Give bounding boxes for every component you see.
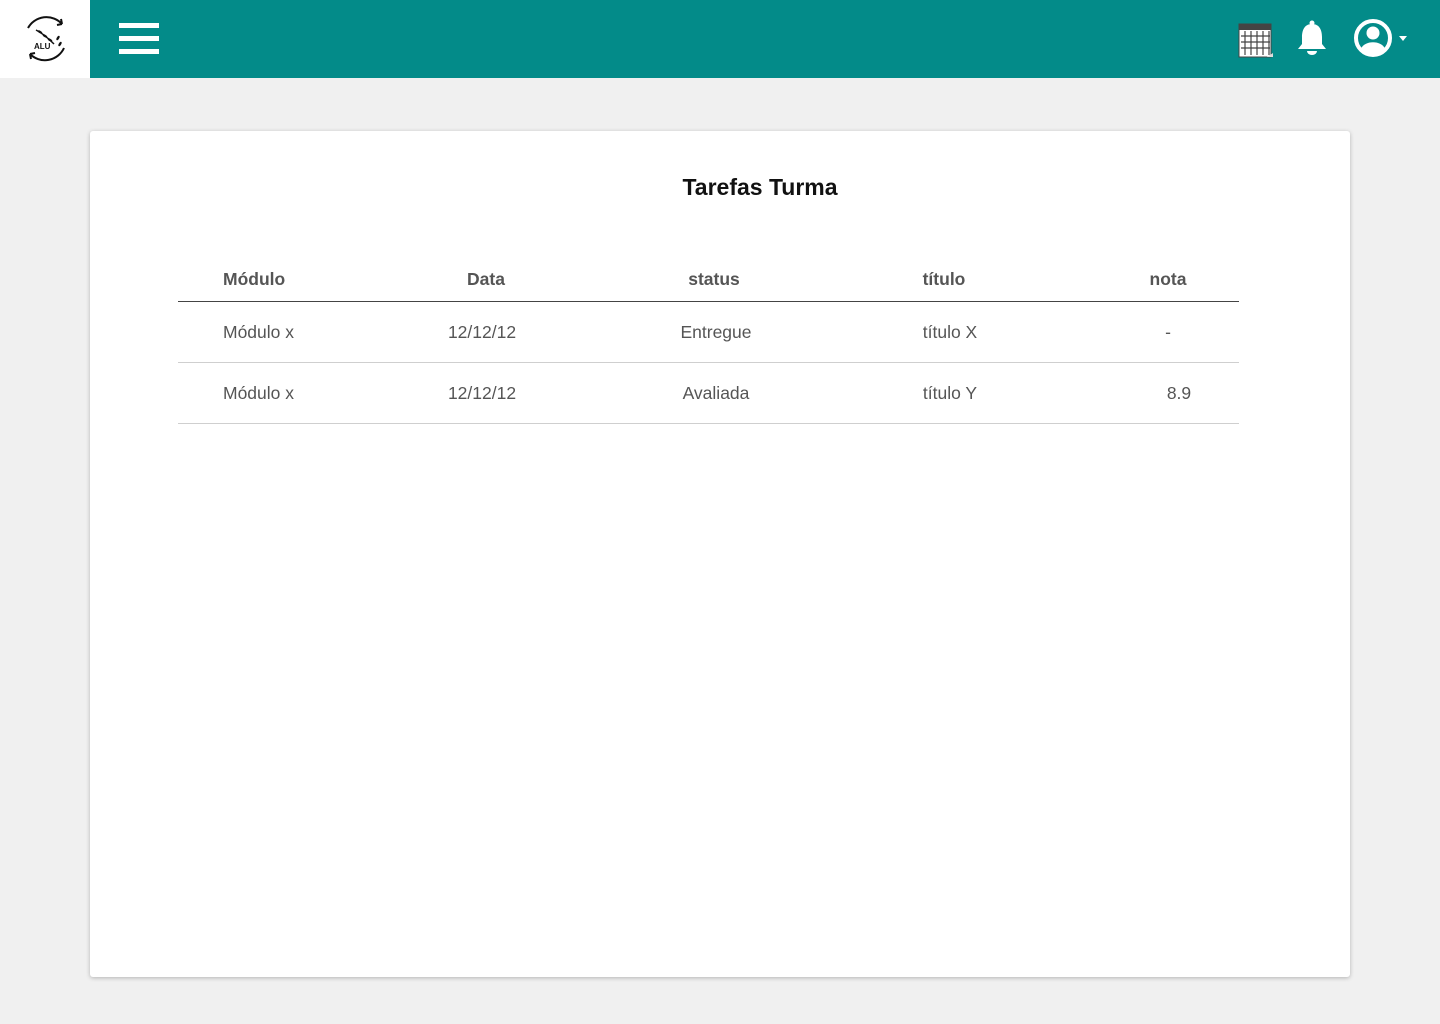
column-header-data[interactable]: Data bbox=[406, 257, 566, 301]
logo-icon: ALU bbox=[27, 16, 65, 62]
column-header-modulo[interactable]: Módulo bbox=[223, 257, 373, 301]
cell-data: 12/12/12 bbox=[447, 382, 517, 403]
cell-nota: 8.9 bbox=[1166, 382, 1192, 403]
cell-nota: - bbox=[1165, 321, 1171, 342]
cell-titulo: título Y bbox=[922, 382, 978, 403]
table-row[interactable]: Módulo x 12/12/12 Entregue título X - bbox=[178, 302, 1239, 363]
column-header-status[interactable]: status bbox=[634, 257, 794, 301]
table-header: Módulo Data status título nota bbox=[178, 257, 1239, 302]
calendar-icon[interactable] bbox=[1237, 21, 1275, 59]
bell-icon[interactable] bbox=[1293, 19, 1331, 57]
user-menu[interactable] bbox=[1353, 18, 1413, 60]
menu-icon[interactable] bbox=[119, 23, 159, 55]
cell-data: 12/12/12 bbox=[447, 321, 517, 342]
logo[interactable]: ALU bbox=[0, 0, 90, 78]
table-row[interactable]: Módulo x 12/12/12 Avaliada título Y 8.9 bbox=[178, 363, 1239, 424]
cell-status: Avaliada bbox=[682, 382, 750, 403]
tasks-card: Tarefas Turma Módulo Data status título … bbox=[90, 131, 1350, 977]
page-title: Tarefas Turma bbox=[682, 174, 838, 200]
caret-down-icon bbox=[1399, 36, 1407, 41]
cell-modulo: Módulo x bbox=[223, 382, 295, 403]
top-bar: ALU bbox=[0, 0, 1440, 78]
cell-titulo: título X bbox=[922, 321, 978, 342]
cell-modulo: Módulo x bbox=[223, 321, 295, 342]
logo-text: ALU bbox=[34, 42, 51, 51]
tasks-table: Módulo Data status título nota Módulo x … bbox=[178, 257, 1239, 424]
cell-status: Entregue bbox=[680, 321, 752, 342]
column-header-nota[interactable]: nota bbox=[1088, 257, 1248, 301]
column-header-titulo[interactable]: título bbox=[864, 257, 1024, 301]
